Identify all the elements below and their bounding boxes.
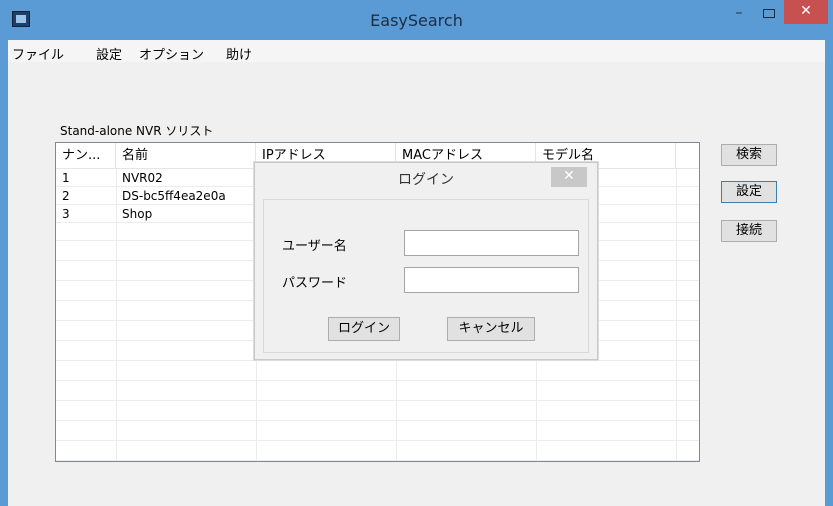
cell-number: 2 bbox=[62, 189, 70, 203]
empty-row bbox=[56, 423, 699, 441]
connect-button[interactable]: 接続 bbox=[721, 220, 777, 242]
search-button[interactable]: 検索 bbox=[721, 144, 777, 166]
settings-button[interactable]: 設定 bbox=[721, 181, 777, 203]
menu-settings[interactable]: 設定 bbox=[96, 44, 122, 63]
menu-bar: ファイル 設定 オプション 助け bbox=[8, 40, 825, 63]
list-caption: Stand-alone NVR ソリスト bbox=[60, 124, 214, 138]
menu-file[interactable]: ファイル bbox=[12, 44, 64, 63]
column-header-name[interactable]: 名前 bbox=[116, 143, 256, 169]
username-label: ユーザー名 bbox=[282, 239, 347, 254]
column-header-filler bbox=[676, 143, 699, 169]
password-label: パスワード bbox=[282, 276, 348, 291]
window-title: EasySearch bbox=[370, 11, 463, 30]
cell-name: DS-bc5ff4ea2e0a bbox=[122, 189, 226, 203]
menu-help[interactable]: 助け bbox=[226, 44, 252, 63]
login-dialog-title: ログイン bbox=[398, 172, 454, 188]
empty-row bbox=[56, 383, 699, 401]
cancel-button[interactable]: キャンセル bbox=[447, 317, 535, 341]
cell-number: 1 bbox=[62, 171, 70, 185]
maximize-button[interactable] bbox=[756, 0, 782, 28]
login-form: ユーザー名 パスワード ログイン キャンセル bbox=[263, 199, 589, 353]
cell-name: Shop bbox=[122, 207, 153, 221]
app-window: EasySearch – ✕ ファイル 設定 オプション 助け Stand-al… bbox=[0, 0, 833, 506]
close-button[interactable]: ✕ bbox=[784, 0, 828, 24]
menu-options[interactable]: オプション bbox=[139, 44, 204, 63]
cell-name: NVR02 bbox=[122, 171, 163, 185]
empty-row bbox=[56, 443, 699, 461]
title-bar[interactable]: EasySearch – ✕ bbox=[0, 0, 833, 40]
login-dialog: ログイン ✕ ユーザー名 パスワード ログイン キャンセル bbox=[254, 162, 598, 360]
client-area: ファイル 設定 オプション 助け Stand-alone NVR ソリスト ナン… bbox=[8, 40, 825, 506]
password-input[interactable] bbox=[404, 267, 579, 293]
column-header-number[interactable]: ナン... bbox=[56, 143, 116, 169]
empty-row bbox=[56, 363, 699, 381]
login-dialog-close-button[interactable]: ✕ bbox=[551, 167, 587, 187]
username-input[interactable] bbox=[404, 230, 579, 256]
maximize-icon bbox=[763, 8, 775, 18]
minimize-button[interactable]: – bbox=[726, 0, 752, 28]
login-button[interactable]: ログイン bbox=[328, 317, 400, 341]
empty-row bbox=[56, 403, 699, 421]
cell-number: 3 bbox=[62, 207, 70, 221]
